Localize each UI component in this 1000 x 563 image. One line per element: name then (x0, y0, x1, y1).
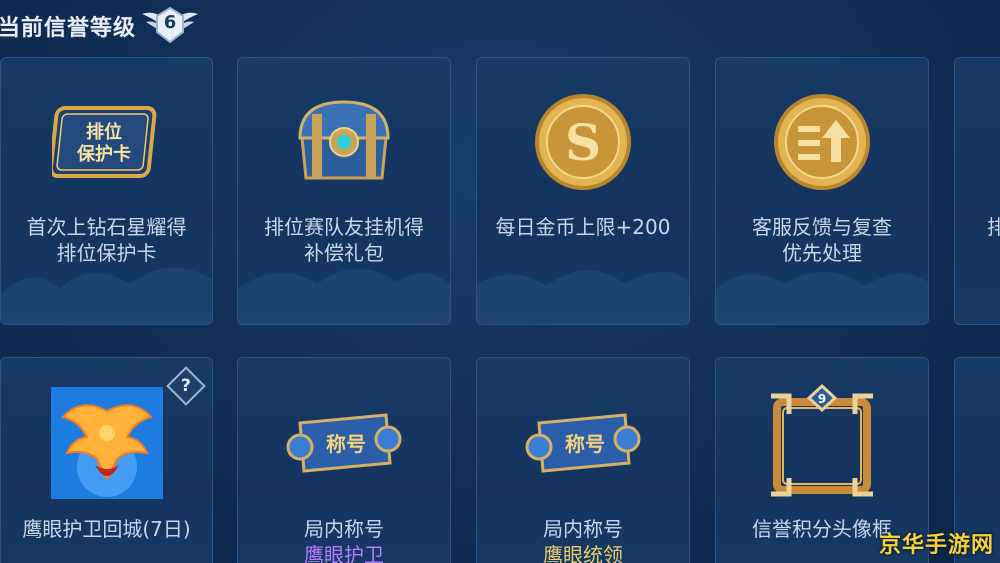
svg-text:排位: 排位 (86, 121, 122, 143)
treasure-chest-icon (284, 92, 404, 192)
card-description: 局内称号 鹰眼护卫 (238, 516, 450, 563)
svg-text:称号: 称号 (565, 432, 605, 456)
title-name: 鹰眼护卫 (304, 543, 384, 563)
question-icon: ? (181, 376, 191, 396)
privilege-card-recall-effect[interactable]: ? 鹰眼护卫回城(7日) (0, 357, 213, 563)
card-description: 局内称号 鹰眼统领 (477, 516, 689, 563)
card-description: 每日金币上限+200 (477, 214, 689, 240)
header: 当前信誉等级 6 (0, 0, 400, 52)
card-description: 首次上钻石星耀得 排位保护卡 (1, 214, 212, 266)
watermark: 京华手游网 (878, 533, 994, 558)
privilege-card-afk-compensation[interactable]: 排位赛队友挂机得 补偿礼包 (237, 57, 451, 325)
title-name: 鹰眼统领 (543, 543, 623, 563)
title-scroll-icon: 称号 (523, 384, 643, 502)
card-description: 鹰眼护卫回城(7日) (1, 516, 212, 542)
gold-coin-s-icon: S (523, 92, 643, 192)
privilege-card-gold-limit[interactable]: S 每日金币上限+200 (476, 57, 690, 325)
card-line2: 优先处理 (782, 241, 862, 265)
card-line2: 补偿礼包 (304, 241, 384, 265)
title-scroll-icon: 称号 (284, 384, 404, 502)
card-description: 排 (955, 214, 1000, 240)
svg-text:称号: 称号 (326, 432, 366, 456)
phoenix-recall-icon (47, 384, 167, 502)
card-line1: 客服反馈与复查 (752, 215, 892, 239)
cloud-decoration (477, 270, 689, 324)
privilege-card-rank-protection[interactable]: 排位 保护卡 首次上钻石星耀得 排位保护卡 (0, 57, 213, 325)
priority-coin-icon (762, 92, 882, 192)
card-line1: 首次上钻石星耀得 (26, 215, 187, 239)
card-line1: 排位赛队友挂机得 (264, 215, 424, 239)
page-title: 当前信誉等级 (0, 16, 137, 41)
privilege-card-partial[interactable]: 排 (954, 57, 1000, 325)
card-line1: 局内称号 (543, 517, 623, 541)
svg-text:9: 9 (818, 392, 826, 406)
card-line1: 局内称号 (304, 517, 384, 541)
card-line2: 排位保护卡 (56, 241, 157, 265)
card-line1: 鹰眼护卫回城(7日) (22, 517, 191, 541)
rank-protection-card-icon: 排位 保护卡 (47, 92, 167, 192)
avatar-frame-icon: 9 (762, 384, 882, 502)
privilege-card-title-commander[interactable]: 称号 局内称号 鹰眼统领 (476, 357, 690, 563)
card-line1: 排 (987, 214, 1000, 240)
card-description: 客服反馈与复查 优先处理 (716, 214, 928, 266)
svg-text:S: S (565, 113, 601, 172)
level-number: 6 (163, 12, 177, 33)
privilege-card-support-priority[interactable]: 客服反馈与复查 优先处理 (715, 57, 929, 325)
card-line1: 每日金币上限+200 (495, 215, 671, 239)
level-badge: 6 (138, 4, 202, 48)
card-description: 排位赛队友挂机得 补偿礼包 (238, 214, 450, 266)
svg-text:保护卡: 保护卡 (76, 143, 131, 165)
help-button[interactable]: ? (166, 366, 206, 406)
privilege-card-title-guardian[interactable]: 称号 局内称号 鹰眼护卫 (237, 357, 451, 563)
